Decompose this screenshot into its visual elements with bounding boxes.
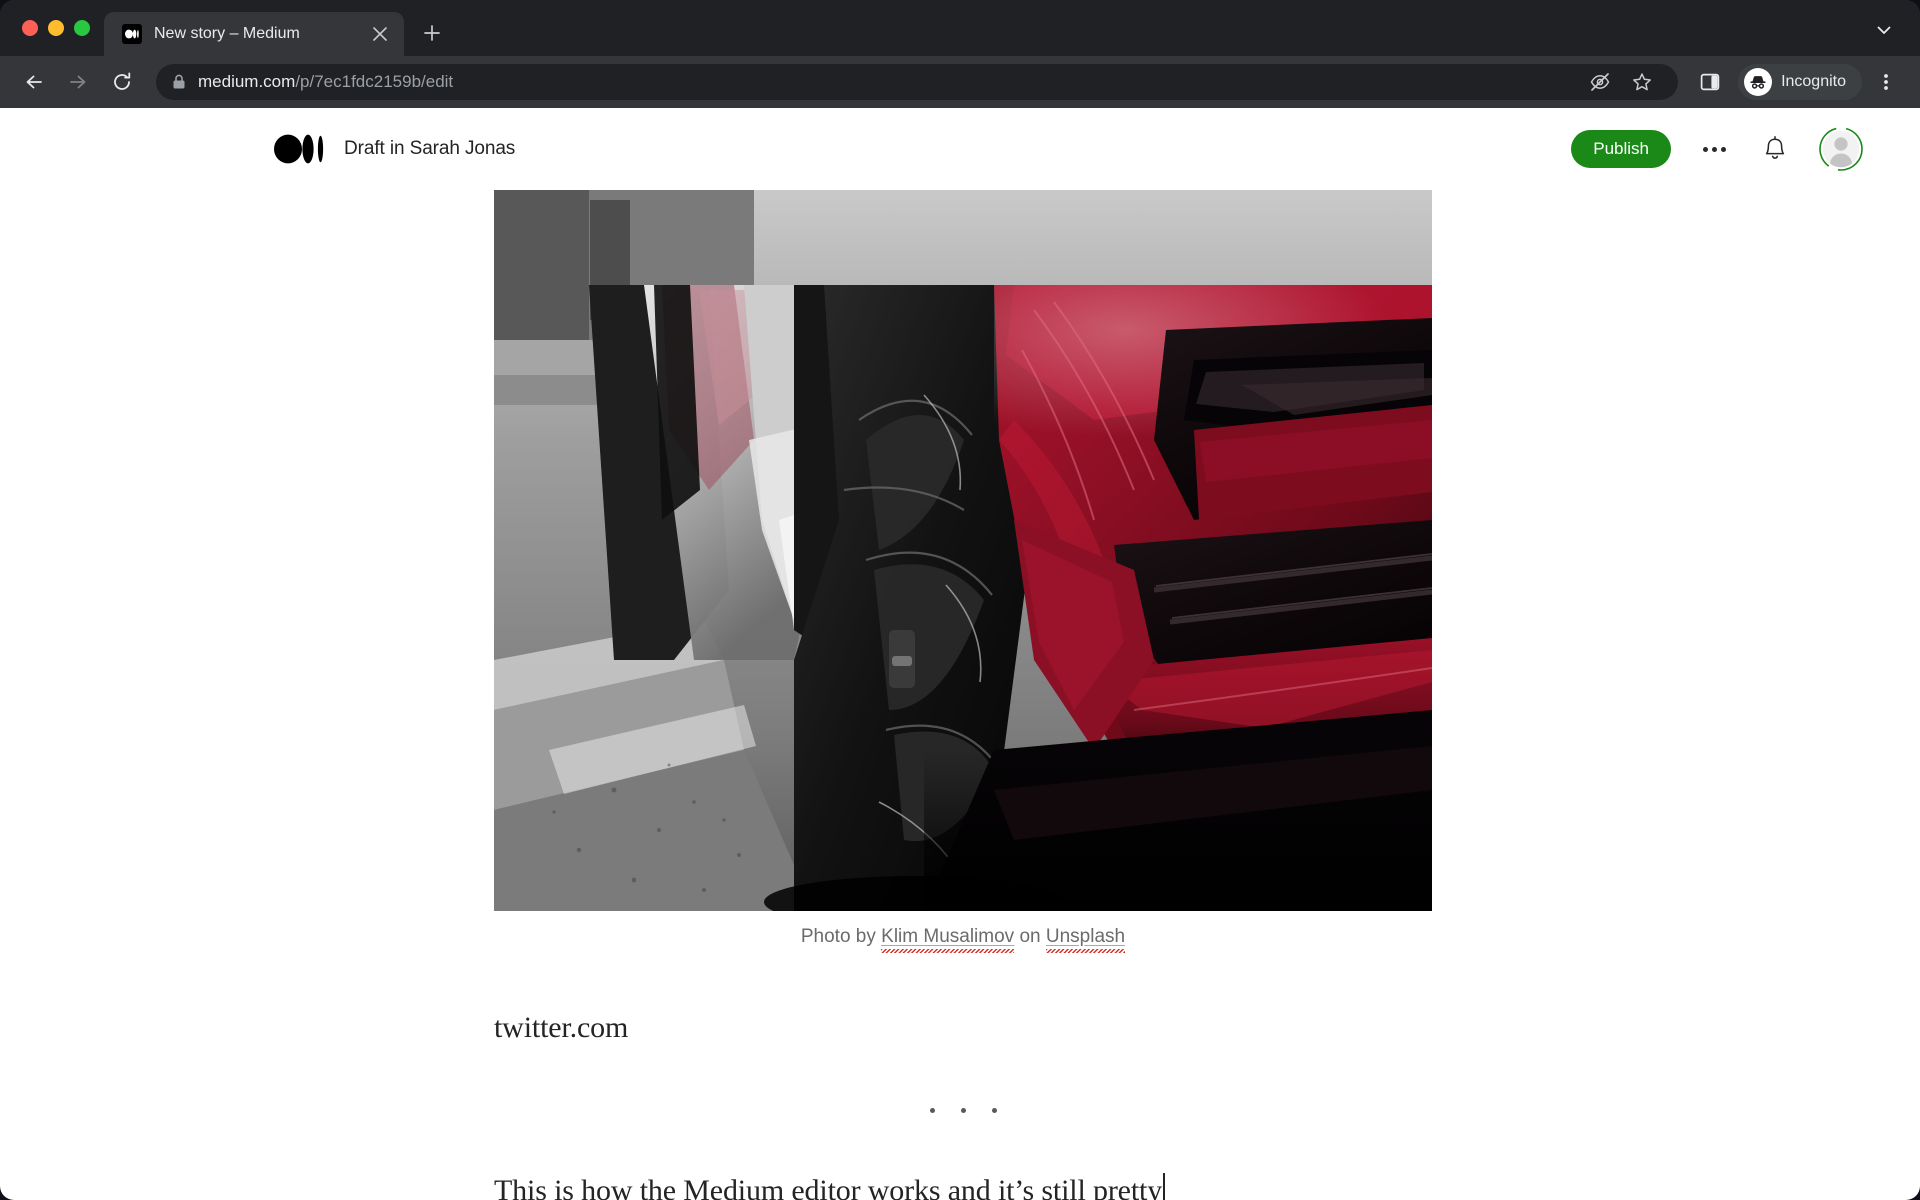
notifications-bell-icon[interactable]	[1758, 132, 1792, 166]
caption-source[interactable]: Unsplash	[1045, 926, 1126, 953]
bookmark-star-icon[interactable]	[1622, 62, 1662, 102]
more-options-ellipsis-icon[interactable]	[1697, 139, 1732, 160]
user-avatar[interactable]	[1818, 126, 1864, 172]
browser-window: New story – Medium medium.com/p/7ec1fdc2…	[0, 0, 1920, 1200]
section-divider	[494, 1108, 1432, 1113]
ellipsis-dot	[1721, 146, 1726, 152]
paragraph-text: This is how the Medium editor works and …	[494, 1174, 1163, 1200]
caption-prefix: Photo by	[800, 926, 882, 947]
omnibox-actions	[1580, 62, 1662, 102]
chrome-menu-button[interactable]	[1866, 62, 1906, 102]
publish-button[interactable]: Publish	[1571, 129, 1671, 169]
caption-middle: on	[1014, 926, 1046, 947]
text-cursor	[1163, 1173, 1166, 1200]
paragraph-editing[interactable]: This is how the Medium editor works and …	[494, 1168, 1454, 1200]
browser-tab[interactable]: New story – Medium	[104, 12, 404, 56]
url-text: medium.com/p/7ec1fdc2159b/edit	[198, 72, 453, 92]
medium-header-left: Draft in Sarah Jonas	[274, 134, 515, 164]
tab-title: New story – Medium	[154, 25, 300, 42]
side-panel-button[interactable]	[1690, 62, 1730, 102]
tab-search-chevron-down-icon[interactable]	[1864, 10, 1904, 50]
ellipsis-dot	[1703, 146, 1708, 152]
close-window-button[interactable]	[22, 20, 38, 36]
incognito-indicator[interactable]: Incognito	[1738, 64, 1862, 100]
browser-toolbar: medium.com/p/7ec1fdc2159b/edit Incognito	[0, 56, 1920, 108]
forward-button[interactable]	[58, 62, 98, 102]
back-button[interactable]	[14, 62, 54, 102]
image-caption[interactable]: Photo by Klim Musalimov on Unsplash	[494, 926, 1432, 953]
caption-photographer[interactable]: Klim Musalimov	[881, 926, 1015, 953]
incognito-label: Incognito	[1781, 73, 1846, 90]
address-bar[interactable]: medium.com/p/7ec1fdc2159b/edit	[156, 62, 1679, 102]
url-host: medium.com	[198, 72, 296, 91]
close-tab-button[interactable]	[366, 20, 394, 48]
medium-header-right: Publish	[1571, 126, 1864, 172]
divider-dot	[991, 1108, 997, 1113]
medium-header: Draft in Sarah Jonas Publish	[0, 108, 1920, 190]
tab-strip: New story – Medium	[0, 0, 1920, 56]
reload-button[interactable]	[102, 62, 142, 102]
maximize-window-button[interactable]	[74, 20, 90, 36]
lock-icon	[172, 74, 186, 90]
paragraph-twitter[interactable]: twitter.com	[494, 1005, 1454, 1050]
url-path: /p/7ec1fdc2159b/edit	[295, 72, 454, 91]
hero-image[interactable]	[494, 190, 1432, 911]
minimize-window-button[interactable]	[48, 20, 64, 36]
ellipsis-dot	[1712, 146, 1717, 152]
draft-status-label: Draft in Sarah Jonas	[344, 138, 516, 159]
incognito-spy-icon	[1744, 68, 1773, 96]
eye-slash-icon[interactable]	[1580, 62, 1620, 102]
medium-article: Photo by Klim Musalimov on Unsplash twit…	[0, 108, 1920, 1200]
divider-dot	[960, 1108, 966, 1113]
page-viewport: Photo by Klim Musalimov on Unsplash twit…	[0, 108, 1920, 1200]
medium-favicon-icon	[122, 24, 142, 44]
window-controls	[0, 0, 104, 56]
divider-dot	[929, 1108, 935, 1113]
new-tab-button[interactable]	[412, 13, 452, 53]
medium-logo-icon[interactable]	[274, 134, 324, 164]
